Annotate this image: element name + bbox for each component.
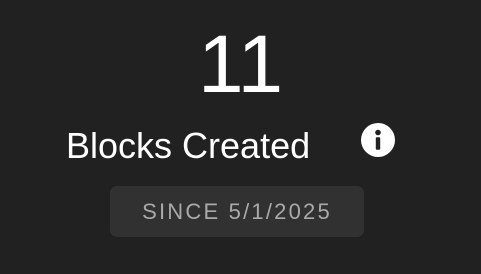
stat-card: 11 Blocks Created SINCE 5/1/2025	[0, 0, 481, 274]
stat-label: Blocks Created	[66, 125, 311, 166]
since-badge: SINCE 5/1/2025	[110, 186, 364, 237]
info-icon[interactable]	[361, 123, 395, 157]
stat-value: 11	[197, 19, 284, 110]
since-date-text: SINCE 5/1/2025	[142, 198, 332, 224]
